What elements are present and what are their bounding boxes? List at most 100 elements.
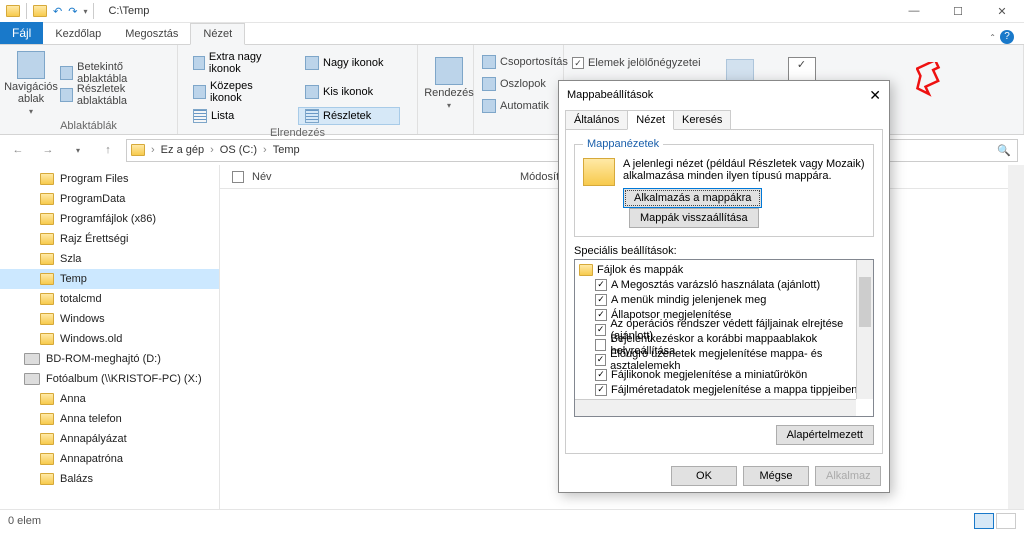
tab-view[interactable]: Nézet: [190, 23, 245, 45]
minimize-button[interactable]: —: [892, 0, 936, 23]
advanced-settings-tree[interactable]: Fájlok és mappák✓A Megosztás varázsló ha…: [574, 259, 874, 417]
ok-button[interactable]: OK: [671, 466, 737, 486]
spec-option[interactable]: ✓Fájlméretadatok megjelenítése a mappa t…: [577, 382, 871, 397]
extra-large-icons-icon: [193, 56, 205, 70]
back-button[interactable]: ←: [6, 138, 30, 162]
dialog-close-button[interactable]: ✕: [869, 87, 881, 104]
group-by-button[interactable]: Csoportosítás ▾: [482, 52, 576, 72]
navigation-pane-label: Navigációs ablak: [4, 81, 58, 105]
tree-item[interactable]: Szla: [0, 249, 219, 269]
breadcrumb-temp[interactable]: Temp: [273, 144, 300, 156]
qat-customize-icon[interactable]: ▾: [83, 7, 87, 16]
tree-drive[interactable]: BD-ROM-meghajtó (D:): [0, 349, 219, 369]
history-button[interactable]: ▾: [66, 138, 90, 162]
tree-item[interactable]: totalcmd: [0, 289, 219, 309]
autosize-icon: [482, 99, 496, 113]
reset-folders-button[interactable]: Mappák visszaállítása: [629, 208, 759, 228]
navigation-pane-button[interactable]: Navigációs ablak ▾: [8, 49, 54, 118]
tree-item[interactable]: Windows.old: [0, 329, 219, 349]
tree-item[interactable]: Anna telefon: [0, 409, 219, 429]
preview-pane-button[interactable]: Betekintő ablaktábla: [60, 63, 169, 83]
layout-extra-large[interactable]: Extra nagy ikonok: [186, 49, 288, 77]
checkbox-icon: ✓: [595, 354, 606, 366]
drive-icon: [24, 373, 40, 385]
titlebar: ↶ ↷ ▾ C:\Temp — ☐ ✕: [0, 0, 1024, 23]
qat-redo-icon[interactable]: ↷: [68, 5, 77, 18]
cancel-button[interactable]: Mégse: [743, 466, 809, 486]
advanced-settings-label: Speciális beállítások:: [574, 245, 874, 257]
preview-pane-icon: [60, 66, 73, 80]
select-all-checkbox[interactable]: [232, 171, 244, 183]
tree-item[interactable]: Annapályázat: [0, 429, 219, 449]
folder-icon: [40, 393, 54, 405]
scrollbar[interactable]: [1008, 165, 1024, 509]
layout-small[interactable]: Kis ikonok: [298, 78, 400, 106]
group-panes-label: Ablaktáblák: [8, 118, 169, 132]
status-item-count: 0 elem: [8, 515, 41, 527]
layout-list[interactable]: Lista: [186, 107, 288, 125]
tree-item[interactable]: Anna: [0, 389, 219, 409]
folder-icon: [40, 193, 54, 205]
maximize-button[interactable]: ☐: [936, 0, 980, 23]
dialog-tab-search[interactable]: Keresés: [673, 110, 731, 130]
spec-option[interactable]: ✓A Megosztás varázsló használata (ajánlo…: [577, 277, 871, 292]
tab-share[interactable]: Megosztás: [113, 24, 190, 44]
spec-option[interactable]: ✓Előugró üzenetek megjelenítése mappa- é…: [577, 352, 871, 367]
qat-new-folder-icon[interactable]: [33, 5, 47, 17]
checkbox-icon: ✓: [595, 309, 607, 321]
tree-drive[interactable]: Fotóalbum (\\KRISTOF-PC) (X:): [0, 369, 219, 389]
tree-item[interactable]: Annapatróna: [0, 449, 219, 469]
spec-root[interactable]: Fájlok és mappák: [577, 262, 871, 277]
dialog-title: Mappabeállítások: [567, 89, 653, 101]
folder-large-icon: [583, 158, 615, 186]
restore-defaults-button[interactable]: Alapértelmezett: [776, 425, 874, 445]
help-icon[interactable]: ?: [1000, 30, 1014, 44]
sort-icon: [435, 57, 463, 85]
dialog-tab-view[interactable]: Nézet: [627, 110, 674, 130]
ribbon-collapse-icon[interactable]: ⌃: [989, 33, 996, 42]
folder-tree[interactable]: Program FilesProgramDataProgramfájlok (x…: [0, 165, 220, 509]
item-checkboxes-toggle[interactable]: ✓Elemek jelölőnégyzetei: [572, 53, 701, 73]
up-button[interactable]: ↑: [96, 138, 120, 162]
dialog-tab-general[interactable]: Általános: [565, 110, 628, 130]
column-name[interactable]: Név: [252, 171, 512, 183]
folder-options-dialog: Mappabeállítások ✕ Általános Nézet Keres…: [558, 80, 890, 493]
folder-icon: [40, 213, 54, 225]
tab-file[interactable]: Fájl: [0, 22, 43, 44]
tree-item[interactable]: Rajz Érettségi: [0, 229, 219, 249]
tree-item[interactable]: Temp: [0, 269, 219, 289]
breadcrumb-this-pc[interactable]: Ez a gép: [161, 144, 204, 156]
folder-icon: [40, 313, 54, 325]
details-pane-icon: [60, 88, 73, 102]
app-icon: [6, 5, 20, 17]
apply-to-folders-button[interactable]: Alkalmazás a mappákra: [623, 188, 762, 208]
tree-item[interactable]: Program Files: [0, 169, 219, 189]
drive-icon: [24, 353, 40, 365]
tree-item[interactable]: ProgramData: [0, 189, 219, 209]
breadcrumb-os[interactable]: OS (C:): [220, 144, 257, 156]
tree-item[interactable]: Windows: [0, 309, 219, 329]
layout-medium[interactable]: Közepes ikonok: [186, 78, 288, 106]
tab-home[interactable]: Kezdőlap: [43, 24, 113, 44]
view-details-icon[interactable]: [974, 513, 994, 529]
medium-icons-icon: [193, 85, 206, 99]
forward-button[interactable]: →: [36, 138, 60, 162]
details-pane-button[interactable]: Részletek ablaktábla: [60, 85, 169, 105]
spec-option[interactable]: ✓A menük mindig jelenjenek meg: [577, 292, 871, 307]
layout-details[interactable]: Részletek: [298, 107, 400, 125]
view-thumbnails-icon[interactable]: [996, 513, 1016, 529]
group-by-icon: [482, 55, 496, 69]
qat-undo-icon[interactable]: ↶: [53, 5, 62, 18]
tree-item[interactable]: Balázs: [0, 469, 219, 489]
folder-views-legend: Mappanézetek: [583, 138, 663, 150]
folder-icon: [40, 253, 54, 265]
close-button[interactable]: ✕: [980, 0, 1024, 23]
folder-icon: [40, 173, 54, 185]
layout-large[interactable]: Nagy ikonok: [298, 49, 400, 77]
folder-icon: [40, 273, 54, 285]
sort-button[interactable]: Rendezés▾: [426, 49, 472, 118]
spec-scrollbar-v[interactable]: [856, 260, 873, 399]
apply-button[interactable]: Alkalmaz: [815, 466, 881, 486]
tree-item[interactable]: Programfájlok (x86): [0, 209, 219, 229]
spec-scrollbar-h[interactable]: [575, 399, 856, 416]
